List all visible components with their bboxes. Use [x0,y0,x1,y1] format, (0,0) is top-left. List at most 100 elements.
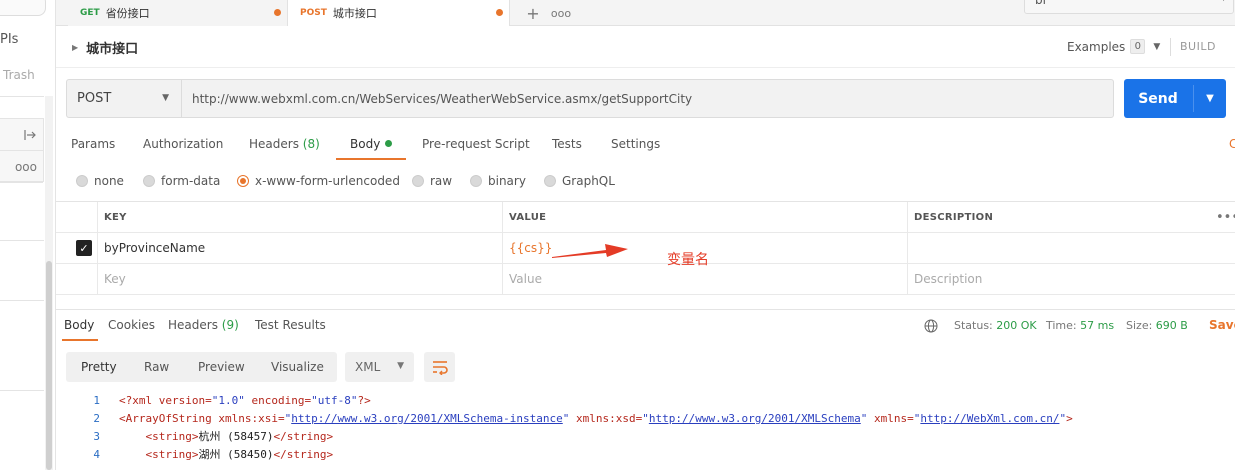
code-token: xmlns= [867,412,914,425]
sidebar-divider [0,390,44,391]
tab-authorization[interactable]: Authorization [143,137,223,151]
status-label: Status: [954,319,993,332]
radio-circle[interactable] [544,175,556,187]
table-header-row: KEY VALUE DESCRIPTION ••• [56,202,1235,233]
sidebar-divider [0,96,44,97]
code-token: "utf-8" [311,394,358,407]
examples-dropdown[interactable]: Examples 0 ▼ [1067,39,1160,54]
table-row: ✓ byProvinceName {{cs}} [56,233,1235,264]
globe-icon[interactable] [924,319,938,333]
response-headers-label: Headers [168,318,218,332]
sidebar-item-apis[interactable]: PIs [0,32,18,47]
code-token: "1.0" [211,394,245,407]
code-token: http://www.w3.org/2001/XMLSchema [648,412,861,425]
examples-count: 0 [1130,39,1146,54]
radio-raw[interactable]: raw [412,174,452,188]
response-tab-body[interactable]: Body [64,318,94,332]
scrollbar-thumb[interactable] [46,261,52,470]
radio-circle[interactable] [143,175,155,187]
response-time: Time: 57 ms [1046,319,1114,332]
column-value-header: VALUE [502,202,907,232]
sidebar-search-box[interactable] [0,0,46,16]
build-button[interactable]: BUILD [1180,40,1216,53]
tab-settings[interactable]: Settings [611,137,660,151]
tab-label: 省份接口 [105,7,150,20]
sidebar-divider [0,300,44,301]
radio-graphql[interactable]: GraphQL [544,174,615,188]
code-token: > [1066,412,1073,425]
radio-circle[interactable] [412,175,424,187]
wrap-lines-button[interactable] [424,352,455,382]
new-tab-button[interactable]: + [520,0,546,26]
method-select[interactable]: POST ▼ [66,79,182,118]
tab-headers[interactable]: Headers (8) [249,137,320,151]
radio-label: raw [430,174,453,188]
row-key[interactable]: byProvinceName [97,233,502,263]
code-line: 3 <string>杭州 (58457)</string> [56,428,1235,446]
view-preview-button[interactable]: Preview [198,352,245,382]
column-description-header: DESCRIPTION [907,202,1211,232]
url-input[interactable]: http://www.webxml.com.cn/WebServices/Wea… [181,79,1114,118]
description-placeholder[interactable]: Description [907,264,1235,294]
request-title: 城市接口 [86,42,139,57]
tab-body-label: Body [350,137,381,151]
line-number: 4 [93,448,100,461]
more-tabs-icon[interactable]: ooo [548,0,574,26]
view-pretty-button[interactable]: Pretty [81,352,117,382]
sidebar-scrollbar[interactable] [45,96,53,470]
response-tab-cookies[interactable]: Cookies [108,318,155,332]
column-key-header: KEY [97,202,502,232]
table-more-icon[interactable]: ••• [1216,202,1235,233]
send-options-chevron-icon[interactable]: ▼ [1194,79,1226,118]
response-tab-headers[interactable]: Headers (9) [168,318,239,332]
radio-binary[interactable]: binary [470,174,526,188]
radio-circle-selected[interactable] [237,175,249,187]
tab-get-province[interactable]: GET 省份接口 [68,0,288,26]
tab-method-post: POST [300,8,327,18]
sidebar-item-trash[interactable]: Trash [3,68,35,82]
line-number: 1 [93,394,100,407]
radio-circle[interactable] [470,175,482,187]
save-response-button[interactable]: Save [1209,318,1235,332]
code-text: <?xml version="1.0" encoding="utf-8"?> [119,392,371,410]
view-visualize-button[interactable]: Visualize [271,352,324,382]
collection-more-icon[interactable]: ooo [0,151,43,183]
code-token: 湖州 (58450) [198,448,274,461]
tab-tests[interactable]: Tests [552,137,582,151]
tab-body[interactable]: Body [350,137,393,151]
tab-prerequest-script[interactable]: Pre-request Script [422,137,530,151]
code-token: <ArrayOfString [119,412,219,425]
caret-right-icon[interactable]: ▶ [72,43,78,52]
code-token: http://WebXml.com.cn/ [920,412,1060,425]
send-label[interactable]: Send [1124,79,1192,118]
size-value: 690 B [1155,319,1188,332]
row-description[interactable] [907,233,1235,263]
radio-form-data[interactable]: form-data [143,174,220,188]
response-code-view[interactable]: 1 <?xml version="1.0" encoding="utf-8"?> 2… [56,392,1235,470]
cookies-link[interactable]: C [1229,137,1235,151]
radio-none[interactable]: none [76,174,124,188]
radio-label: GraphQL [562,174,615,188]
radio-label: x-www-form-urlencoded [255,174,400,188]
code-token: <?xml [119,394,159,407]
chevron-down-icon: ▼ [397,361,404,371]
view-raw-button[interactable]: Raw [144,352,169,382]
header-divider [1170,38,1171,56]
radio-label: binary [488,174,526,188]
response-format-select[interactable]: XML ▼ [345,352,414,382]
collection-expand-icon[interactable] [0,119,43,151]
request-name[interactable]: ▶ 城市接口 [72,38,138,57]
tab-post-city[interactable]: POST 城市接口 [288,0,510,26]
time-label: Time: [1046,319,1077,332]
radio-circle[interactable] [76,175,88,187]
key-placeholder[interactable]: Key [97,264,502,294]
header-separator [56,67,1235,68]
radio-x-www-form-urlencoded[interactable]: x-www-form-urlencoded [237,174,400,188]
row-checkbox[interactable]: ✓ [76,240,92,256]
environment-select[interactable]: bi ▼ [1024,0,1234,14]
size-label: Size: [1126,319,1153,332]
response-tab-test-results[interactable]: Test Results [255,318,326,332]
send-button[interactable]: Send ▼ [1124,79,1226,118]
tab-params[interactable]: Params [71,137,115,151]
